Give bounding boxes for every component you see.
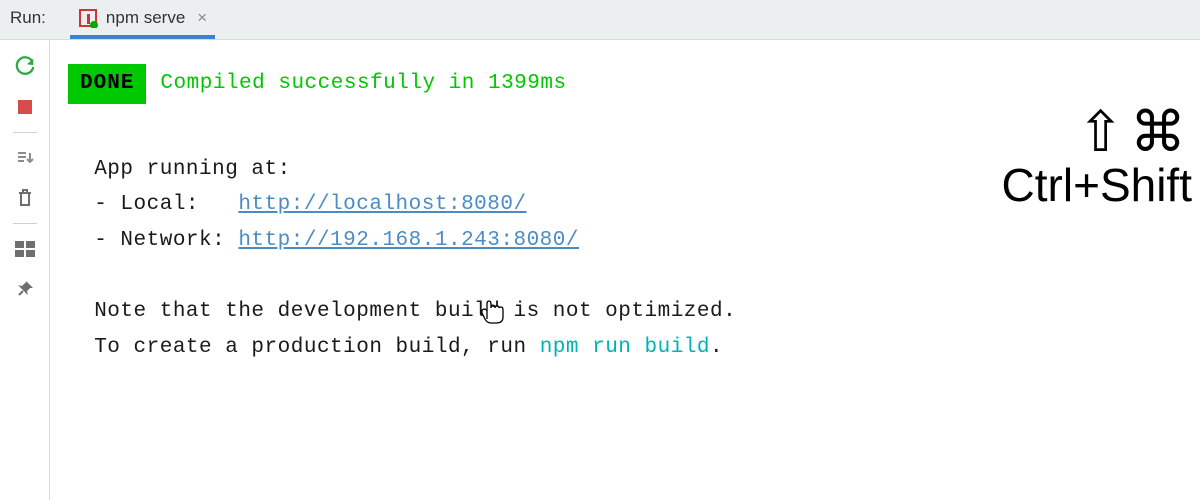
app-running-line: App running at:: [68, 152, 1182, 188]
pin-button[interactable]: [10, 274, 40, 304]
console-output[interactable]: DONE Compiled successfully in 1399ms App…: [50, 40, 1200, 500]
rerun-button[interactable]: [10, 52, 40, 82]
note-line-2: To create a production build, run npm ru…: [68, 330, 1182, 366]
local-url-line: - Local: http://localhost:8080/: [68, 187, 1182, 223]
done-status-line: DONE Compiled successfully in 1399ms: [68, 64, 1182, 104]
main-area: DONE Compiled successfully in 1399ms App…: [0, 40, 1200, 500]
sidebar-divider: [13, 132, 37, 133]
layout-button[interactable]: [10, 234, 40, 264]
note-suffix: .: [710, 336, 723, 359]
stop-button[interactable]: [10, 92, 40, 122]
done-badge: DONE: [68, 64, 146, 104]
blank-line: [68, 259, 1182, 295]
network-prefix: - Network:: [68, 229, 238, 252]
compiled-message: Compiled successfully in 1399ms: [160, 66, 566, 102]
network-url-link[interactable]: http://192.168.1.243:8080/: [238, 229, 579, 252]
sidebar-divider: [13, 223, 37, 224]
npm-icon: [78, 8, 98, 28]
run-tool-header: Run: npm serve ×: [0, 0, 1200, 40]
run-config-tab[interactable]: npm serve ×: [70, 0, 215, 39]
run-label: Run:: [10, 8, 46, 32]
tab-title: npm serve: [106, 8, 185, 28]
close-tab-button[interactable]: ×: [197, 8, 207, 28]
run-sidebar: [0, 40, 50, 500]
local-prefix: - Local:: [68, 193, 238, 216]
build-command: npm run build: [540, 336, 710, 359]
scroll-to-end-button[interactable]: [10, 143, 40, 173]
note-line-1: Note that the development build is not o…: [68, 294, 1182, 330]
local-url-link[interactable]: http://localhost:8080/: [238, 193, 526, 216]
network-url-line: - Network: http://192.168.1.243:8080/: [68, 223, 1182, 259]
note-prefix: To create a production build, run: [68, 336, 540, 359]
clear-all-button[interactable]: [10, 183, 40, 213]
